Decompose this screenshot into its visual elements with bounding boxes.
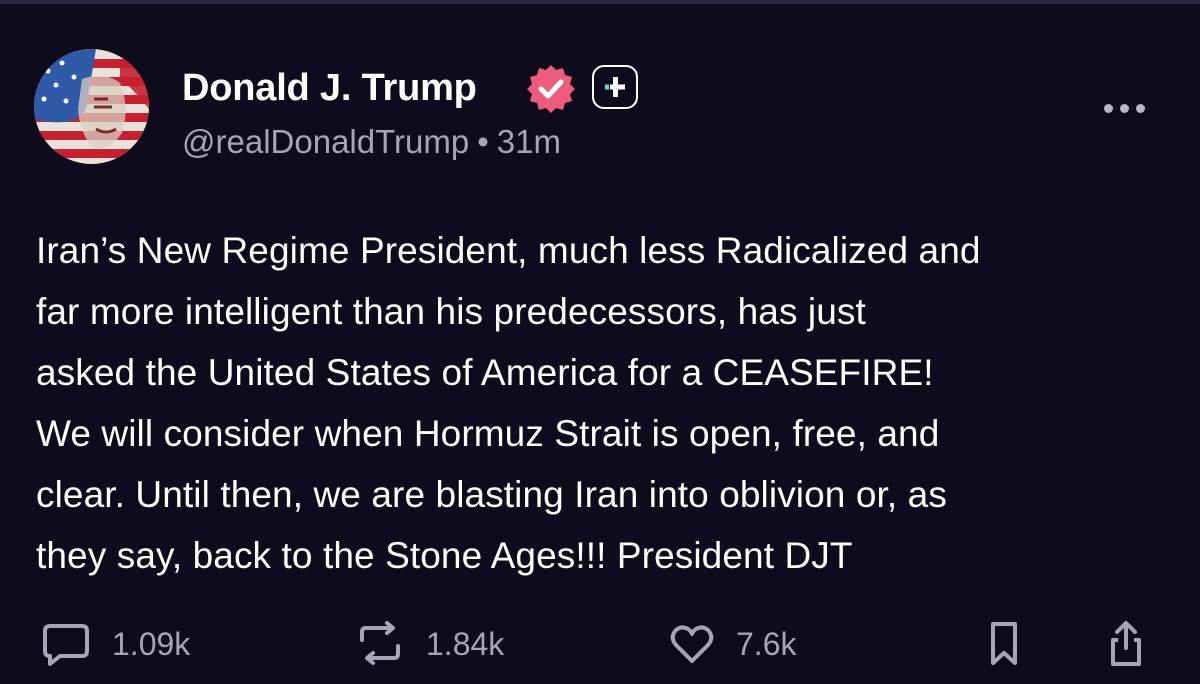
- meta-separator: •: [477, 123, 489, 160]
- bookmark-button[interactable]: [986, 620, 1022, 668]
- repost-count: 1.84k: [426, 625, 505, 662]
- bookmark-icon: [991, 622, 1017, 665]
- post-card: Donald J. Trump @realDonaldTrump • 31m Ira…: [0, 0, 1200, 684]
- dot-icon: [1103, 103, 1113, 113]
- post-text: Iran’s New Regime President, much less R…: [36, 230, 981, 576]
- share-icon: [1111, 621, 1141, 666]
- author-name[interactable]: Donald J. Trump: [182, 66, 477, 110]
- like-button[interactable]: 7.6k: [668, 620, 796, 668]
- reply-button[interactable]: 1.09k: [40, 620, 190, 668]
- plus-icon: [605, 77, 625, 97]
- share-button[interactable]: [1106, 620, 1146, 668]
- more-options-button[interactable]: [1098, 94, 1150, 122]
- post-time[interactable]: 31m: [497, 123, 561, 160]
- author-handle[interactable]: @realDonaldTrump: [182, 123, 469, 160]
- author-avatar[interactable]: [34, 49, 149, 164]
- dot-icon: [1135, 103, 1145, 113]
- repost-icon: [360, 621, 400, 665]
- flag-portrait-avatar-icon: [34, 49, 149, 164]
- like-count: 7.6k: [736, 625, 797, 662]
- dot-icon: [1119, 103, 1129, 113]
- repost-button[interactable]: 1.84k: [354, 620, 504, 668]
- verified-badge-icon: [525, 63, 577, 115]
- reply-count: 1.09k: [112, 625, 191, 662]
- author-meta: @realDonaldTrump • 31m: [182, 122, 561, 162]
- heart-icon: [670, 625, 714, 663]
- subscribe-button[interactable]: [592, 65, 638, 109]
- comment-icon: [43, 624, 89, 666]
